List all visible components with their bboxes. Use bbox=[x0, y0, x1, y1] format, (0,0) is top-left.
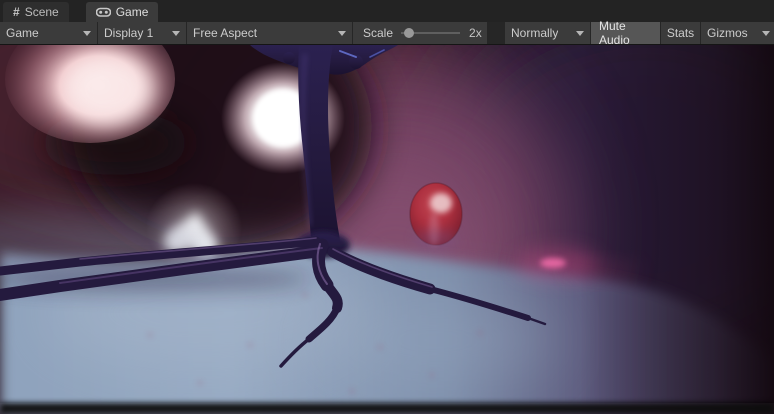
chevron-down-icon bbox=[762, 31, 770, 36]
chevron-down-icon bbox=[338, 31, 346, 36]
display-popup-label: Display 1 bbox=[104, 26, 153, 40]
gizmos-label: Gizmos bbox=[707, 26, 748, 40]
scale-slider[interactable] bbox=[401, 26, 460, 40]
bottom-dark-band bbox=[0, 403, 774, 414]
aspect-ratio-popup[interactable]: Free Aspect bbox=[187, 22, 352, 44]
skull-glow-left-eye-core bbox=[64, 56, 152, 124]
tab-game[interactable]: Game bbox=[86, 2, 159, 22]
maximize-on-play-label: Normally bbox=[511, 26, 558, 40]
scale-group: Scale 2x bbox=[353, 22, 487, 44]
game-scene-render bbox=[0, 45, 774, 414]
scale-label: Scale bbox=[363, 26, 393, 40]
chevron-down-icon bbox=[83, 31, 91, 36]
right-vignette bbox=[580, 45, 774, 414]
game-camera-popup-label: Game bbox=[6, 26, 39, 40]
ground-highlight-mid bbox=[310, 292, 560, 388]
tab-scene-label: Scene bbox=[25, 5, 59, 19]
chevron-down-icon bbox=[576, 31, 584, 36]
stats-button[interactable]: Stats bbox=[661, 22, 700, 44]
red-balloon bbox=[410, 183, 462, 248]
aspect-ratio-popup-label: Free Aspect bbox=[193, 26, 257, 40]
unity-game-view-window: # Scene Game Game Display 1 Free Aspect bbox=[0, 0, 774, 414]
toolbar-spacer bbox=[488, 22, 504, 44]
game-camera-popup[interactable]: Game bbox=[0, 22, 97, 44]
mute-audio-label: Mute Audio bbox=[599, 19, 652, 47]
scale-slider-thumb[interactable] bbox=[404, 28, 414, 38]
stats-label: Stats bbox=[667, 26, 694, 40]
balloon-highlight bbox=[430, 193, 452, 213]
grid-hash-icon: # bbox=[13, 5, 20, 19]
tab-game-label: Game bbox=[116, 5, 149, 19]
tab-bar: # Scene Game bbox=[0, 0, 774, 22]
tab-scene[interactable]: # Scene bbox=[3, 2, 69, 22]
scale-value: 2x bbox=[469, 26, 482, 40]
gamepad-icon bbox=[96, 6, 111, 18]
chevron-down-icon bbox=[172, 31, 180, 36]
display-popup[interactable]: Display 1 bbox=[98, 22, 186, 44]
mute-audio-button[interactable]: Mute Audio bbox=[591, 22, 660, 44]
game-view-toolbar: Game Display 1 Free Aspect Scale 2x Norm… bbox=[0, 22, 774, 45]
gizmos-popup[interactable]: Gizmos bbox=[701, 22, 774, 44]
balloon-bottom-tint bbox=[414, 230, 458, 248]
game-viewport[interactable] bbox=[0, 45, 774, 414]
maximize-on-play-popup[interactable]: Normally bbox=[505, 22, 590, 44]
